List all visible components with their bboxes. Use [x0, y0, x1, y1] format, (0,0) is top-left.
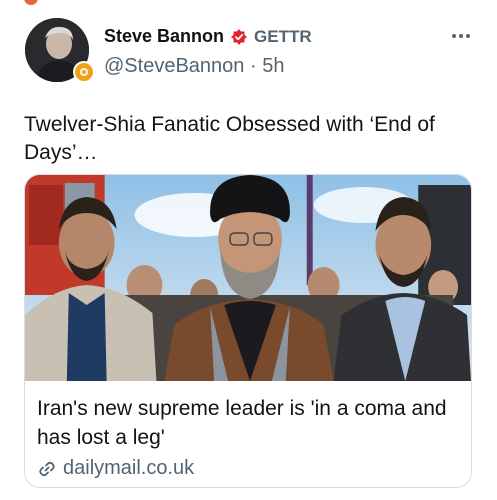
repost-indicator	[24, 0, 38, 6]
gettr-icon	[230, 28, 248, 46]
card-domain: dailymail.co.uk	[63, 457, 195, 479]
card-domain-row[interactable]: dailymail.co.uk	[37, 457, 194, 480]
separator: ·	[249, 55, 257, 77]
author-row: Steve Bannon GETTR	[104, 26, 312, 47]
card-headline[interactable]: Iran's new supreme leader is 'in a coma …	[37, 394, 457, 452]
repost-icon	[24, 0, 38, 5]
card-image[interactable]	[25, 175, 471, 381]
handle-row: @SteveBannon · 5h	[104, 55, 284, 78]
more-horizontal-icon[interactable]	[451, 26, 471, 39]
link-preview-card[interactable]: Iran's new supreme leader is 'in a coma …	[24, 174, 472, 488]
post-view: Steve Bannon GETTR @SteveBannon · 5h Twe…	[0, 0, 497, 500]
verified-badge-icon	[73, 61, 95, 83]
link-icon	[37, 459, 57, 479]
post-time[interactable]: 5h	[262, 55, 284, 77]
source-tag: GETTR	[254, 26, 312, 46]
post-text: Twelver-Shia Fanatic Obsessed with ‘End …	[24, 113, 435, 164]
author-name[interactable]: Steve Bannon	[104, 26, 224, 47]
author-handle[interactable]: @SteveBannon	[104, 55, 244, 77]
